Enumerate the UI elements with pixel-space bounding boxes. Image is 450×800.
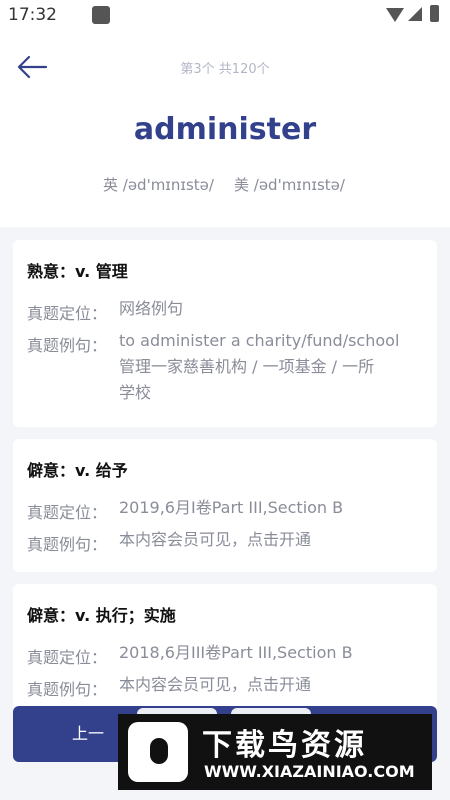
- signal-icon: [408, 7, 422, 21]
- sense-title: 僻意：v. 执行；实施: [27, 606, 176, 625]
- watermark-url: WWW.XIAZAINIAO.COM: [204, 762, 415, 781]
- location-value: 2018,6月III卷Part III,Section B: [119, 643, 353, 662]
- location-label: 真题定位：: [27, 304, 108, 323]
- notification-icon: [92, 6, 110, 24]
- member-unlock-link[interactable]: 本内容会员可见，点击开通: [119, 527, 423, 553]
- word-header: 第3个 共120个 administer 英 /əd'mɪnɪstə/ 美 /ə…: [0, 32, 450, 227]
- headword: administer: [133, 112, 317, 147]
- location-label: 真题定位：: [27, 648, 108, 667]
- location-label: 真题定位：: [27, 503, 108, 522]
- member-unlock-link[interactable]: 本内容会员可见，点击开通: [119, 672, 423, 698]
- wifi-icon: [386, 8, 404, 22]
- example-text: to administer a charity/fund/school 管理一家…: [119, 328, 423, 406]
- sense-card: 僻意：v. 执行；实施 真题定位： 2018,6月III卷Part III,Se…: [13, 584, 437, 714]
- sense-title: 僻意：v. 给予: [27, 461, 128, 480]
- logo-mark: [150, 738, 168, 764]
- watermark-banner: 下载鸟资源 WWW.XIAZAINIAO.COM: [118, 714, 432, 790]
- example-label: 真题例句：: [27, 535, 108, 554]
- watermark-title: 下载鸟资源: [202, 728, 367, 763]
- example-line: 学校: [119, 383, 152, 402]
- phonetic-us[interactable]: 美 /əd'mɪnɪstə/: [234, 174, 345, 195]
- word-counter: 第3个 共120个: [180, 62, 270, 77]
- phonetic-uk[interactable]: 英 /əd'mɪnɪstə/: [103, 174, 214, 195]
- sense-card: 僻意：v. 给予 真题定位： 2019,6月I卷Part III,Section…: [13, 439, 437, 572]
- sense-title: 熟意：v. 管理: [27, 262, 128, 281]
- location-value: 2019,6月I卷Part III,Section B: [119, 498, 344, 517]
- example-label: 真题例句：: [27, 336, 108, 355]
- example-line: to administer a charity/fund/school: [119, 331, 400, 350]
- example-label: 真题例句：: [27, 680, 108, 699]
- watermark-logo-icon: [128, 722, 188, 782]
- location-value: 网络例句: [119, 299, 184, 318]
- sense-card: 熟意：v. 管理 真题定位： 网络例句 真题例句： to administer …: [13, 240, 437, 427]
- example-line: 管理一家慈善机构 / 一项基金 / 一所: [119, 357, 375, 376]
- status-time: 17:32: [8, 5, 57, 25]
- battery-icon: [430, 5, 439, 22]
- status-bar: 17:32: [0, 0, 450, 32]
